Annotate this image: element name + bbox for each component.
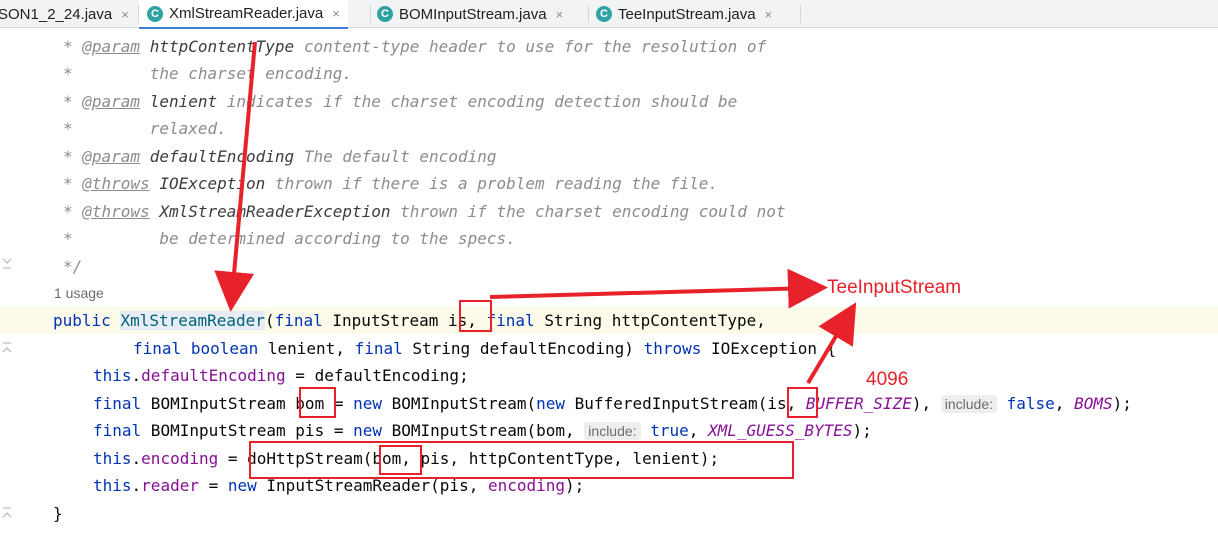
- inlay-hint: include:: [940, 395, 997, 413]
- code-line-bom: final BOMInputStream bom = new BOMInputS…: [93, 394, 1132, 413]
- code-line-default-encoding: this.defaultEncoding = defaultEncoding;: [93, 366, 469, 385]
- javadoc-line: * @throws IOException thrown if there is…: [63, 174, 719, 193]
- fold-icon[interactable]: [2, 507, 12, 519]
- code-line-reader: this.reader = new InputStreamReader(pis,…: [93, 476, 585, 495]
- tab-separator: [370, 5, 371, 23]
- code-line-constructor: public XmlStreamReader(final InputStream…: [53, 311, 766, 330]
- javadoc-line: */: [63, 257, 83, 276]
- close-icon[interactable]: ×: [121, 7, 129, 22]
- tab-separator: [588, 5, 589, 23]
- javadoc-line: * the charset encoding.: [63, 64, 352, 83]
- javadoc-line: * @param httpContentType content-type he…: [63, 37, 767, 56]
- code-line-encoding: this.encoding = doHttpStream(bom, pis, h…: [93, 449, 720, 468]
- javadoc-line: * be determined according to the specs.: [63, 229, 516, 248]
- code-line-params: final boolean lenient, final String defa…: [133, 339, 837, 358]
- tab-json-file[interactable]: SON1_2_24.java ×: [0, 0, 129, 28]
- close-icon[interactable]: ×: [556, 7, 564, 22]
- annotation-buffer-size: 4096: [866, 369, 909, 390]
- fold-icon[interactable]: [2, 257, 12, 269]
- class-icon: C: [147, 5, 163, 22]
- tab-bominputstream[interactable]: C BOMInputStream.java ×: [377, 0, 563, 28]
- code-editor[interactable]: * @param httpContentType content-type he…: [0, 29, 1218, 546]
- tab-xmlstreamreader[interactable]: C XmlStreamReader.java ×: [139, 0, 348, 29]
- javadoc-line: * @throws XmlStreamReaderException throw…: [63, 202, 786, 221]
- class-icon: C: [377, 6, 393, 22]
- editor-tab-bar: SON1_2_24.java × C XmlStreamReader.java …: [0, 0, 1218, 29]
- tab-separator: [800, 5, 801, 23]
- code-line-pis: final BOMInputStream pis = new BOMInputS…: [93, 421, 872, 440]
- tab-label: TeeInputStream.java: [618, 5, 756, 23]
- javadoc-line: * @param lenient indicates if the charse…: [63, 92, 738, 111]
- tab-label: XmlStreamReader.java: [169, 5, 324, 22]
- tab-teeinputstream[interactable]: C TeeInputStream.java ×: [596, 0, 772, 28]
- usage-hint[interactable]: 1 usage: [54, 280, 104, 307]
- code-line-close-brace: }: [53, 504, 63, 523]
- tab-label: BOMInputStream.java: [399, 5, 547, 23]
- class-icon: C: [596, 6, 612, 22]
- tab-label: SON1_2_24.java: [0, 5, 113, 23]
- close-icon[interactable]: ×: [332, 6, 340, 21]
- annotation-tee-label: TeeInputStream: [827, 277, 962, 298]
- javadoc-line: * relaxed.: [63, 119, 227, 138]
- fold-icon[interactable]: [2, 342, 12, 354]
- javadoc-line: * @param defaultEncoding The default enc…: [63, 147, 497, 166]
- inlay-hint: include:: [584, 422, 641, 440]
- close-icon[interactable]: ×: [765, 7, 773, 22]
